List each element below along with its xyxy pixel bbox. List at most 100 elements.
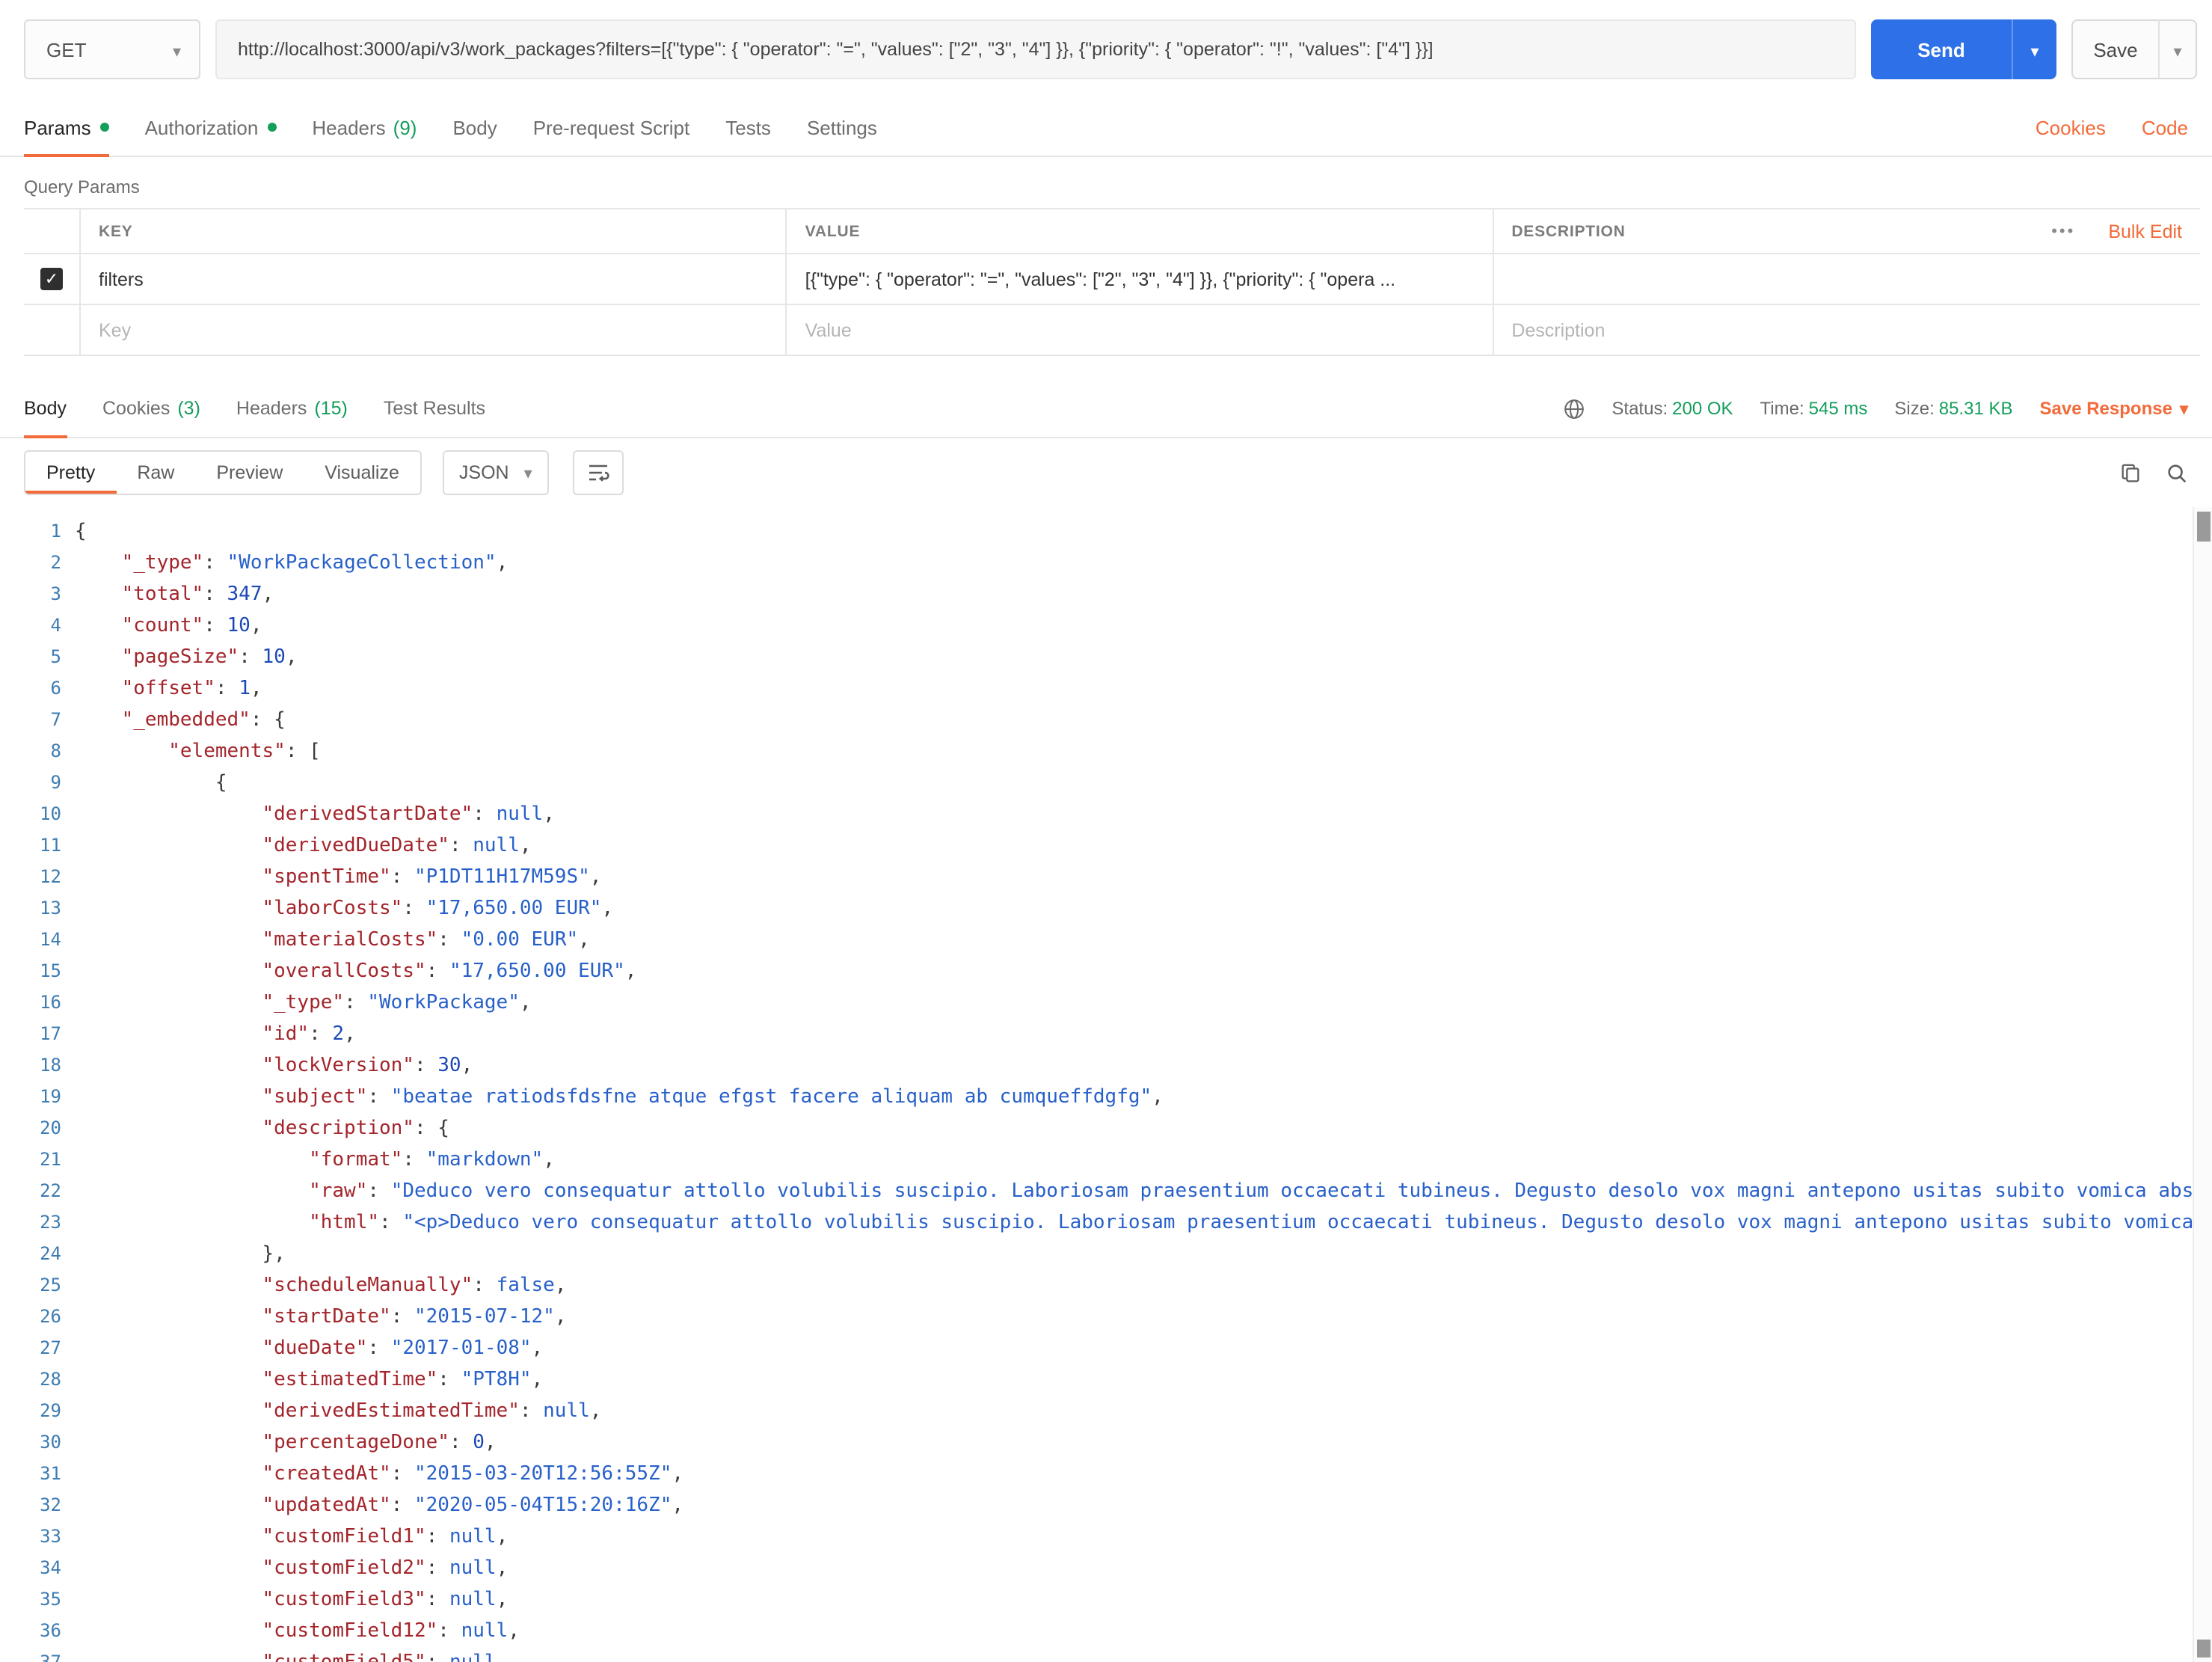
line-number: 3 <box>0 579 61 610</box>
save-options-button[interactable] <box>2158 19 2197 79</box>
code-line: }, <box>75 1239 2188 1270</box>
tab-label: Params <box>24 116 91 138</box>
description-column-header: DESCRIPTION Bulk Edit <box>1493 209 2200 254</box>
code-line: "derivedDueDate": null, <box>75 830 2188 862</box>
code-line: "updatedAt": "2020-05-04T15:20:16Z", <box>75 1490 2188 1521</box>
line-number: 27 <box>0 1333 61 1364</box>
bulk-edit-link[interactable]: Bulk Edit <box>2108 221 2182 242</box>
copy-icon <box>2119 462 2142 484</box>
code-line: "html": "<p>Deduco vero consequatur atto… <box>75 1207 2188 1239</box>
method-select[interactable]: GET <box>24 19 200 79</box>
line-number: 14 <box>0 924 61 956</box>
network-globe-icon[interactable] <box>1562 397 1585 420</box>
save-response-button[interactable]: Save Response <box>2040 398 2189 419</box>
tab-label: Body <box>452 116 497 138</box>
code-line: "elements": [ <box>75 736 2188 767</box>
param-description-input[interactable]: Description <box>1493 305 2200 356</box>
line-number: 2 <box>0 548 61 579</box>
line-number: 35 <box>0 1584 61 1616</box>
line-number: 25 <box>0 1270 61 1301</box>
tab-label: Test Results <box>384 398 485 419</box>
search-response-button[interactable] <box>2166 462 2188 484</box>
url-text: http://localhost:3000/api/v3/work_packag… <box>238 39 1434 60</box>
line-number: 9 <box>0 767 61 799</box>
api-client-window: GET http://localhost:3000/api/v3/work_pa… <box>0 0 2212 1662</box>
tab-params[interactable]: Params <box>24 99 109 156</box>
save-button[interactable]: Save <box>2071 19 2158 79</box>
send-button[interactable]: Send <box>1871 19 2012 79</box>
url-input[interactable]: http://localhost:3000/api/v3/work_packag… <box>215 19 1856 79</box>
code-link[interactable]: Code <box>2142 99 2188 156</box>
size-label: Size: <box>1894 398 1934 419</box>
view-visualize[interactable]: Visualize <box>304 452 420 494</box>
spacer <box>913 99 2000 156</box>
response-toolbar: Pretty Raw Preview Visualize JSON <box>0 438 2212 507</box>
tab-label: Headers <box>236 398 307 419</box>
line-number: 8 <box>0 736 61 767</box>
scrollbar-thumb[interactable] <box>2197 512 2211 542</box>
line-number: 24 <box>0 1239 61 1270</box>
param-description-cell[interactable] <box>1493 254 2200 305</box>
description-label: DESCRIPTION <box>1511 222 1625 240</box>
chevron-down-icon <box>2180 398 2188 419</box>
query-params-label: Query Params <box>0 157 2212 208</box>
code-line: "percentageDone": 0, <box>75 1427 2188 1459</box>
line-number: 20 <box>0 1113 61 1144</box>
response-tab-cookies[interactable]: Cookies (3) <box>102 380 200 437</box>
tab-headers[interactable]: Headers (9) <box>312 99 417 156</box>
view-mode-group: Pretty Raw Preview Visualize <box>24 450 422 495</box>
param-row: filters [{"type": { "operator": "=", "va… <box>24 254 2200 305</box>
tab-label: Authorization <box>145 116 259 138</box>
tab-label: Settings <box>807 116 877 138</box>
size-value: 85.31 KB <box>1939 398 2013 419</box>
code-line: "scheduleManually": false, <box>75 1270 2188 1301</box>
screenshot-stage: GET http://localhost:3000/api/v3/work_pa… <box>0 0 2212 1662</box>
line-number: 13 <box>0 893 61 924</box>
response-tab-test-results[interactable]: Test Results <box>384 380 485 437</box>
cookies-link[interactable]: Cookies <box>2036 99 2106 156</box>
param-key-cell[interactable]: filters <box>81 254 787 305</box>
code-line: "customField1": null, <box>75 1521 2188 1553</box>
response-tab-body[interactable]: Body <box>24 380 67 437</box>
params-header-row: KEY VALUE DESCRIPTION Bulk Edit <box>24 209 2200 254</box>
response-tab-headers[interactable]: Headers (15) <box>236 380 348 437</box>
code-line: "id": 2, <box>75 1019 2188 1050</box>
format-select[interactable]: JSON <box>443 450 549 495</box>
code-line: "customField5": null, <box>75 1647 2188 1662</box>
code-lines: { "_type": "WorkPackageCollection", "tot… <box>75 516 2212 1662</box>
view-pretty[interactable]: Pretty <box>25 452 116 494</box>
view-preview[interactable]: Preview <box>195 452 304 494</box>
checked-checkbox[interactable] <box>40 268 63 290</box>
tab-tests[interactable]: Tests <box>725 99 771 156</box>
chevron-down-icon <box>524 462 532 483</box>
vertical-scrollbar[interactable] <box>2193 507 2212 1662</box>
param-value-input[interactable]: Value <box>787 305 1494 356</box>
scrollbar-corner[interactable] <box>2197 1640 2211 1658</box>
copy-response-button[interactable] <box>2119 462 2142 484</box>
line-numbers: 1234567891011121314151617181920212223242… <box>0 516 75 1662</box>
save-response-label: Save Response <box>2040 398 2172 419</box>
tab-authorization[interactable]: Authorization <box>145 99 277 156</box>
line-number: 10 <box>0 799 61 830</box>
time-value: 545 ms <box>1809 398 1868 419</box>
send-options-button[interactable] <box>2012 19 2056 79</box>
tab-prerequest-script[interactable]: Pre-request Script <box>533 99 690 156</box>
wrap-lines-icon <box>586 461 610 485</box>
line-number: 28 <box>0 1364 61 1396</box>
code-line: "format": "markdown", <box>75 1144 2188 1176</box>
chevron-down-icon <box>173 38 181 61</box>
view-raw[interactable]: Raw <box>116 452 195 494</box>
more-actions-icon[interactable] <box>2051 222 2075 240</box>
checkbox-column-header <box>24 209 81 254</box>
request-tabs: Params Authorization Headers (9) Body Pr… <box>0 99 2212 157</box>
tab-body[interactable]: Body <box>452 99 497 156</box>
line-number: 21 <box>0 1144 61 1176</box>
code-line: "lockVersion": 30, <box>75 1050 2188 1082</box>
code-line: "derivedStartDate": null, <box>75 799 2188 830</box>
code-line: { <box>75 516 2188 548</box>
tab-settings[interactable]: Settings <box>807 99 877 156</box>
key-column-header: KEY <box>81 209 787 254</box>
wrap-lines-button[interactable] <box>573 450 624 495</box>
param-value-cell[interactable]: [{"type": { "operator": "=", "values": [… <box>787 254 1494 305</box>
param-key-input[interactable]: Key <box>81 305 787 356</box>
